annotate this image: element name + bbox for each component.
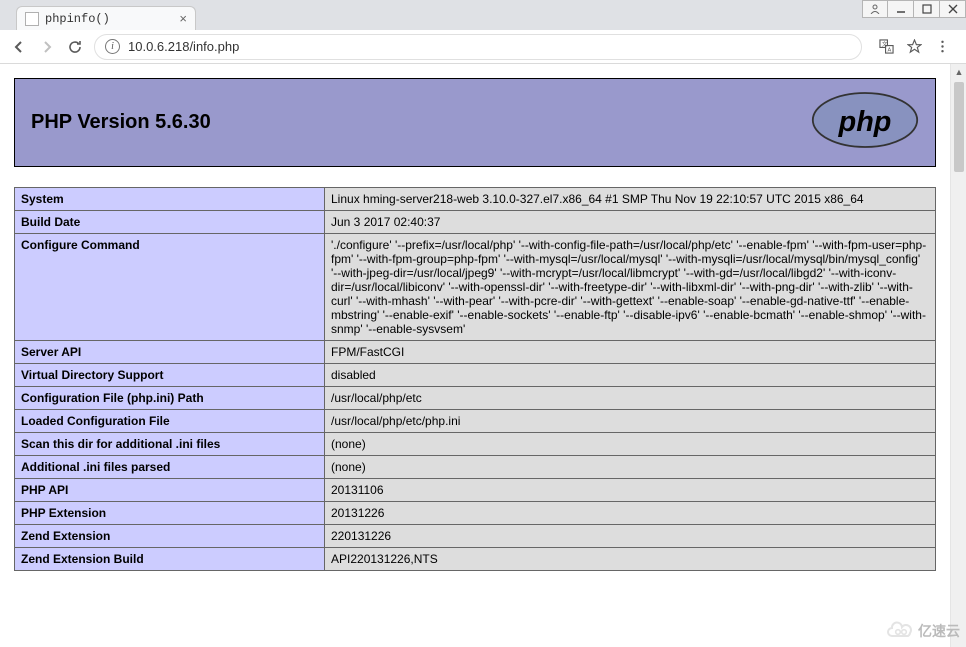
close-window-button[interactable] [940,0,966,18]
user-menu-button[interactable] [862,0,888,18]
maximize-button[interactable] [914,0,940,18]
table-row: Zend Extension220131226 [15,525,936,548]
back-button[interactable] [10,38,28,56]
directive-value: API220131226,NTS [325,548,936,571]
scroll-thumb[interactable] [954,82,964,172]
directive-value: 20131226 [325,502,936,525]
directive-value: Linux hming-server218-web 3.10.0-327.el7… [325,188,936,211]
svg-text:A: A [887,48,891,54]
page-title: PHP Version 5.6.30 [31,111,211,134]
directive-value: (none) [325,456,936,479]
table-row: Configure Command'./configure' '--prefix… [15,234,936,341]
table-row: Build DateJun 3 2017 02:40:37 [15,211,936,234]
directive-name: System [15,188,325,211]
directive-name: Zend Extension [15,525,325,548]
favicon-icon [25,12,39,26]
scroll-up-button[interactable]: ▲ [951,64,966,80]
directive-name: Additional .ini files parsed [15,456,325,479]
directive-name: Server API [15,341,325,364]
cloud-icon [884,621,914,641]
browser-toolbar: i 10.0.6.218/info.php 文A [0,30,966,64]
directive-name: Zend Extension Build [15,548,325,571]
svg-text:php: php [838,106,892,138]
directive-value: FPM/FastCGI [325,341,936,364]
watermark: 亿速云 [884,621,960,641]
directive-value: (none) [325,433,936,456]
address-bar[interactable]: i 10.0.6.218/info.php [94,34,862,60]
url-text: 10.0.6.218/info.php [128,39,239,54]
directive-name: PHP Extension [15,502,325,525]
directive-name: Scan this dir for additional .ini files [15,433,325,456]
directive-value: /usr/local/php/etc/php.ini [325,410,936,433]
php-logo-icon: php [811,91,919,154]
directive-name: Virtual Directory Support [15,364,325,387]
phpinfo-table: SystemLinux hming-server218-web 3.10.0-3… [14,187,936,571]
directive-name: PHP API [15,479,325,502]
table-row: Zend Extension BuildAPI220131226,NTS [15,548,936,571]
directive-value: 20131106 [325,479,936,502]
menu-button[interactable] [934,39,950,55]
translate-icon[interactable]: 文A [878,39,894,55]
table-row: Additional .ini files parsed(none) [15,456,936,479]
table-row: SystemLinux hming-server218-web 3.10.0-3… [15,188,936,211]
window-controls [862,0,966,18]
vertical-scrollbar[interactable]: ▲ [950,64,966,647]
tab-strip: phpinfo() × [0,0,966,30]
site-info-icon[interactable]: i [105,39,120,54]
tab-title: phpinfo() [45,12,173,26]
reload-button[interactable] [66,38,84,56]
table-row: PHP API20131106 [15,479,936,502]
page-viewport: ▲ PHP Version 5.6.30 php SystemLinux hmi… [0,64,966,647]
directive-name: Configure Command [15,234,325,341]
directive-name: Configuration File (php.ini) Path [15,387,325,410]
toolbar-right: 文A [872,39,956,55]
watermark-text: 亿速云 [918,621,960,641]
directive-value: './configure' '--prefix=/usr/local/php' … [325,234,936,341]
close-tab-button[interactable]: × [179,11,187,26]
table-row: Scan this dir for additional .ini files(… [15,433,936,456]
bookmark-star-icon[interactable] [906,39,922,55]
browser-tab[interactable]: phpinfo() × [16,6,196,30]
directive-name: Loaded Configuration File [15,410,325,433]
minimize-button[interactable] [888,0,914,18]
table-row: Configuration File (php.ini) Path/usr/lo… [15,387,936,410]
forward-button[interactable] [38,38,56,56]
directive-value: disabled [325,364,936,387]
directive-name: Build Date [15,211,325,234]
phpinfo-header: PHP Version 5.6.30 php [14,78,936,167]
table-row: Server APIFPM/FastCGI [15,341,936,364]
directive-value: 220131226 [325,525,936,548]
table-row: PHP Extension20131226 [15,502,936,525]
table-row: Virtual Directory Supportdisabled [15,364,936,387]
directive-value: /usr/local/php/etc [325,387,936,410]
directive-value: Jun 3 2017 02:40:37 [325,211,936,234]
table-row: Loaded Configuration File/usr/local/php/… [15,410,936,433]
